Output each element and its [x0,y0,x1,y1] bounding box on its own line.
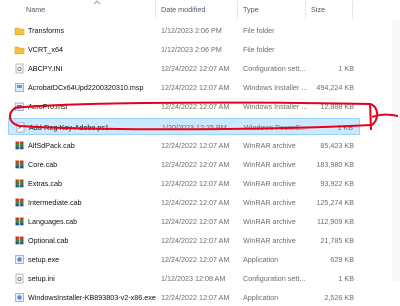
column-divider[interactable] [155,1,156,19]
file-size: 494,224 KB [316,83,354,93]
file-date-modified: 1/12/2023 2:06 PM [161,45,222,55]
setup-exe-icon [15,293,24,303]
file-size: 21,785 KB [320,236,354,246]
file-type: WinRAR archive [243,178,296,188]
file-date-modified: 12/24/2022 12:07 AM [161,102,230,112]
column-header-bar: Name Date modified Type Size [0,0,400,20]
file-name: AlfSdPack.cab [28,140,75,150]
file-type: Windows Installer ... [243,102,308,112]
file-date-modified: 1/12/2023 12:08 AM [161,274,226,284]
file-type: File folder [243,45,275,55]
file-row[interactable]: setup.exe 12/24/2022 12:07 AM Application 6… [8,251,360,268]
file-row[interactable]: VCRT_x64 1/12/2023 2:06 PM File folder [8,41,360,58]
file-type: Application [243,293,279,303]
file-row[interactable]: Extras.cab 12/24/2022 12:07 AM WinRAR arch… [8,175,360,192]
file-size: 125,274 KB [316,197,354,207]
file-type: File folder [243,26,275,35]
file-size: 1 KB [338,64,354,74]
file-type: WinRAR archive [243,159,296,169]
file-name: Extras.cab [28,178,62,188]
winrar-archive-icon [15,198,24,207]
file-row[interactable]: Languages.cab 12/24/2022 12:07 AM WinRAR a… [8,213,360,230]
file-name: Add-Reg-Key-Adobe.ps1 [29,122,109,132]
file-name: setup.ini [28,274,55,284]
installer-package-icon [15,103,24,112]
file-name: AcrobatDCx64Upd2200320310.msp [28,83,144,93]
column-header-type[interactable]: Type [243,5,259,14]
file-date-modified: 12/24/2022 12:07 AM [161,64,230,74]
file-size: 1 KB [337,122,353,132]
setup-exe-icon [15,255,24,264]
file-row[interactable]: AcrobatDCx64Upd2200320310.msp 12/24/2022 … [8,79,360,96]
file-row[interactable]: AlfSdPack.cab 12/24/2022 12:07 AM WinRAR a… [8,137,360,154]
file-date-modified: 12/24/2022 12:07 AM [161,255,230,265]
file-type: WinRAR archive [243,140,296,150]
file-name: VCRT_x64 [28,45,64,55]
file-name: Languages.cab [28,217,78,226]
file-row[interactable]: WindowsInstaller-KB893803-v2-x86.exe 12/2… [8,289,360,306]
file-date-modified: 12/24/2022 12:07 AM [161,293,230,303]
file-name: Intermediate.cab [28,197,82,207]
file-row[interactable]: ABCPY.INI 12/24/2022 12:07 AM Configuratio… [8,60,360,77]
file-size: 183,980 KB [316,159,354,169]
file-date-modified: 1/12/2023 2:06 PM [161,26,222,35]
file-size: 12,888 KB [320,102,354,112]
file-name: setup.exe [28,255,60,265]
column-divider[interactable] [305,1,306,19]
file-type: Application [243,255,279,265]
file-date-modified: 12/24/2022 12:07 AM [161,217,230,226]
winrar-archive-icon [15,160,24,168]
file-date-modified: 12/24/2022 12:07 AM [161,197,230,207]
column-header-size[interactable]: Size [311,5,325,14]
column-header-date[interactable]: Date modified [161,5,205,14]
file-type: WinRAR archive [243,217,296,226]
file-type: Configuration sett... [243,274,306,284]
file-name: Core.cab [28,159,58,169]
file-row[interactable]: Core.cab 12/24/2022 12:07 AM WinRAR archiv… [8,156,360,173]
file-size: 2,526 KB [324,293,354,303]
winrar-archive-icon [15,179,24,188]
column-header-name[interactable]: Name [26,5,45,14]
file-date-modified: 12/24/2022 12:07 AM [161,83,230,93]
file-name: AcroPro.msi [28,102,68,112]
file-date-modified: 12/24/2022 12:07 AM [161,236,230,246]
file-name: Transforms [28,26,65,35]
file-size: 85,423 KB [320,140,354,150]
installer-patch-icon [15,83,24,93]
file-row[interactable]: Optional.cab 12/24/2022 12:07 AM WinRAR ar… [8,232,360,249]
file-size: 1 KB [338,274,354,284]
file-row[interactable]: Add-Reg-Key-Adobe.ps1 1/20/2023 12:25 PM W… [8,117,360,135]
powershell-script-icon [16,122,25,132]
column-divider[interactable] [352,1,353,19]
file-date-modified: 12/24/2022 12:07 AM [161,140,230,150]
sort-caret-icon [93,0,101,5]
file-name: ABCPY.INI [28,64,63,74]
file-row[interactable]: setup.ini 1/12/2023 12:08 AM Configuration… [8,270,360,287]
file-type: Windows PowerS... [244,122,307,132]
file-size: 112,909 KB [316,217,354,226]
vertical-scrollbar[interactable] [392,20,400,281]
file-row[interactable]: Transforms 1/12/2023 2:06 PM File folder [8,22,360,39]
file-size: 93,922 KB [320,178,354,188]
file-date-modified: 12/24/2022 12:07 AM [161,159,230,169]
file-type: WinRAR archive [243,236,296,246]
file-row[interactable]: Intermediate.cab 12/24/2022 12:07 AM WinRA… [8,194,360,211]
folder-icon [14,46,25,55]
file-type: WinRAR archive [243,197,296,207]
config-file-icon [15,273,24,284]
winrar-archive-icon [15,217,24,226]
file-date-modified: 12/24/2022 12:07 AM [161,178,230,188]
file-name: WindowsInstaller-KB893803-v2-x86.exe [28,293,156,303]
folder-icon [14,27,25,36]
winrar-archive-icon [15,236,24,245]
file-type: Configuration sett... [243,64,306,74]
file-name: Optional.cab [28,236,69,246]
file-row[interactable]: AcroPro.msi 12/24/2022 12:07 AM Windows In… [8,98,360,115]
file-type: Windows Installer ... [243,83,308,93]
winrar-archive-icon [15,141,24,149]
file-size: 629 KB [330,255,354,265]
config-file-icon [15,63,24,74]
column-divider[interactable] [237,1,238,19]
file-date-modified: 1/20/2023 12:25 PM [162,122,227,132]
